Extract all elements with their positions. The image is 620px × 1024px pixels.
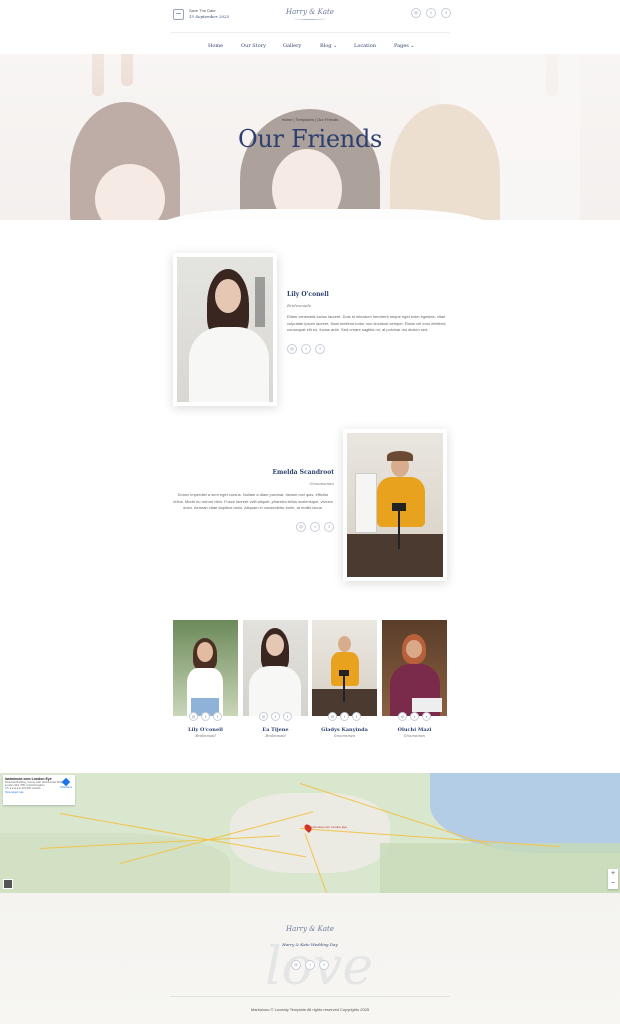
friend-card: ◎ t f Oluchi Mazi Groomsmen xyxy=(382,620,447,738)
facebook-icon[interactable]: f xyxy=(352,712,361,721)
top-bar: Save The Date 15 September 2025 Harry & … xyxy=(0,0,620,33)
breadcrumb[interactable]: Home | Templates | Our Friends xyxy=(0,117,620,122)
feature-text: Emelda Scandroot Groomsman Donec imperdi… xyxy=(172,469,334,532)
twitter-icon[interactable]: t xyxy=(201,712,210,721)
instagram-icon[interactable]: ◎ xyxy=(411,8,421,18)
twitter-icon[interactable]: t xyxy=(271,712,280,721)
friend-role: Bridesmade xyxy=(287,303,312,308)
twitter-icon[interactable]: t xyxy=(426,8,436,18)
friend-card: ◎ t f Lily O'conell Bridesmaid xyxy=(173,620,238,738)
logo-flourish xyxy=(294,17,326,20)
facebook-icon[interactable]: f xyxy=(319,960,329,970)
friend-card: ◎ t f Ea Tijene Bridesmaid xyxy=(243,620,308,738)
friend-social: ◎ t f xyxy=(172,521,334,532)
friend-photo xyxy=(312,620,377,716)
friend-name: Emelda Scandroot xyxy=(272,469,334,476)
instagram-icon[interactable]: ◎ xyxy=(287,343,297,354)
instagram-icon[interactable]: ◎ xyxy=(189,712,198,721)
logo-text: Harry & Kate xyxy=(286,8,334,16)
friend-photo xyxy=(177,257,273,402)
friend-card: ◎ t f Gladys Kanyinda Groomsmen xyxy=(312,620,377,738)
larger-map-link[interactable]: View larger map xyxy=(5,791,73,794)
facebook-icon[interactable]: f xyxy=(324,521,334,532)
nav-pages[interactable]: Pages ⌄ xyxy=(394,40,415,52)
instagram-icon[interactable]: ◎ xyxy=(291,960,301,970)
friend-name: Lily O'conell xyxy=(188,727,223,733)
nav-blog[interactable]: Blog ⌄ xyxy=(320,40,337,52)
feature-photo-frame xyxy=(343,429,447,581)
save-the-date: Save The Date 15 September 2025 xyxy=(173,8,229,20)
nav-location[interactable]: Location xyxy=(354,40,376,52)
footer-divider xyxy=(170,996,450,997)
twitter-icon[interactable]: t xyxy=(305,960,315,970)
friend-name: Lily O'conell xyxy=(287,291,329,298)
card-social: ◎ t f xyxy=(173,712,238,721)
nav-gallery[interactable]: Gallery xyxy=(283,40,301,52)
site-logo[interactable]: Harry & Kate xyxy=(281,8,339,20)
friend-name: Oluchi Mazi xyxy=(397,727,432,733)
friend-role: Bridesmaid xyxy=(265,734,286,738)
footer-tagline: Harry & Kate Wedding Day xyxy=(282,942,338,947)
map-pin-label: lastminute.com London Eye xyxy=(310,825,348,829)
friend-role: Bridesmaid xyxy=(195,734,216,738)
directions-link[interactable]: Directions xyxy=(60,777,72,789)
directions-label: Directions xyxy=(60,786,72,789)
friend-photo xyxy=(173,620,238,716)
header-social: ◎ t f xyxy=(411,8,451,18)
header-divider xyxy=(170,32,450,33)
copyright: Marbuloso © Loveaty Template All rights … xyxy=(250,1007,370,1012)
instagram-icon[interactable]: ◎ xyxy=(328,712,337,721)
friend-description: Etiam venenatis luctus laoreet. Duis et … xyxy=(287,314,447,332)
nav-home[interactable]: Home xyxy=(208,40,223,52)
facebook-icon[interactable]: f xyxy=(422,712,431,721)
footer-social: ◎ t f xyxy=(291,960,329,970)
instagram-icon[interactable]: ◎ xyxy=(259,712,268,721)
card-social: ◎ t f xyxy=(243,712,308,721)
footer-logo[interactable]: Harry & Kate xyxy=(281,925,339,933)
facebook-icon[interactable]: f xyxy=(315,343,325,354)
satellite-toggle[interactable] xyxy=(3,879,13,889)
twitter-icon[interactable]: t xyxy=(340,712,349,721)
map-water xyxy=(430,773,620,853)
twitter-icon[interactable]: t xyxy=(410,712,419,721)
twitter-icon[interactable]: t xyxy=(310,521,320,532)
page-title: Our Friends xyxy=(237,125,383,153)
friend-name: Ea Tijene xyxy=(262,727,289,733)
card-social: ◎ t f xyxy=(382,712,447,721)
friend-name: Gladys Kanyinda xyxy=(321,727,368,733)
friend-photo xyxy=(243,620,308,716)
instagram-icon[interactable]: ◎ xyxy=(398,712,407,721)
friend-role: Groomsman xyxy=(309,481,334,486)
friend-role: Groomsmen xyxy=(333,734,356,738)
save-date-value: 15 September 2025 xyxy=(189,14,230,19)
zoom-in-button[interactable]: + xyxy=(608,869,618,879)
feature-text: Lily O'conell Bridesmade Etiam venenatis… xyxy=(287,291,447,354)
footer-logo-text: Harry & Kate xyxy=(286,925,334,933)
friend-photo xyxy=(347,433,443,577)
calendar-icon xyxy=(173,8,184,20)
footer: love Harry & Kate Harry & Kate Wedding D… xyxy=(0,893,620,1024)
friend-photo xyxy=(382,620,447,716)
friend-role: Groomsmen xyxy=(403,734,426,738)
instagram-icon[interactable]: ◎ xyxy=(296,521,306,532)
feature-photo-frame xyxy=(173,253,277,406)
main-nav: Home Our Story Gallery Blog ⌄ Location P… xyxy=(0,40,620,52)
friend-social: ◎ t f xyxy=(287,343,447,354)
location-map[interactable]: lastminute.com London Eye xyxy=(0,773,620,893)
facebook-icon[interactable]: f xyxy=(441,8,451,18)
zoom-out-button[interactable]: − xyxy=(608,879,618,889)
facebook-icon[interactable]: f xyxy=(283,712,292,721)
card-social: ◎ t f xyxy=(312,712,377,721)
friend-description: Donec imperdiet a sem eget cursus. Nulla… xyxy=(173,492,333,510)
facebook-icon[interactable]: f xyxy=(213,712,222,721)
twitter-icon[interactable]: t xyxy=(301,343,311,354)
map-info-card: lastminute.com London Eye Riverside Buil… xyxy=(3,775,75,805)
directions-icon xyxy=(61,777,71,787)
nav-our-story[interactable]: Our Story xyxy=(241,40,266,52)
